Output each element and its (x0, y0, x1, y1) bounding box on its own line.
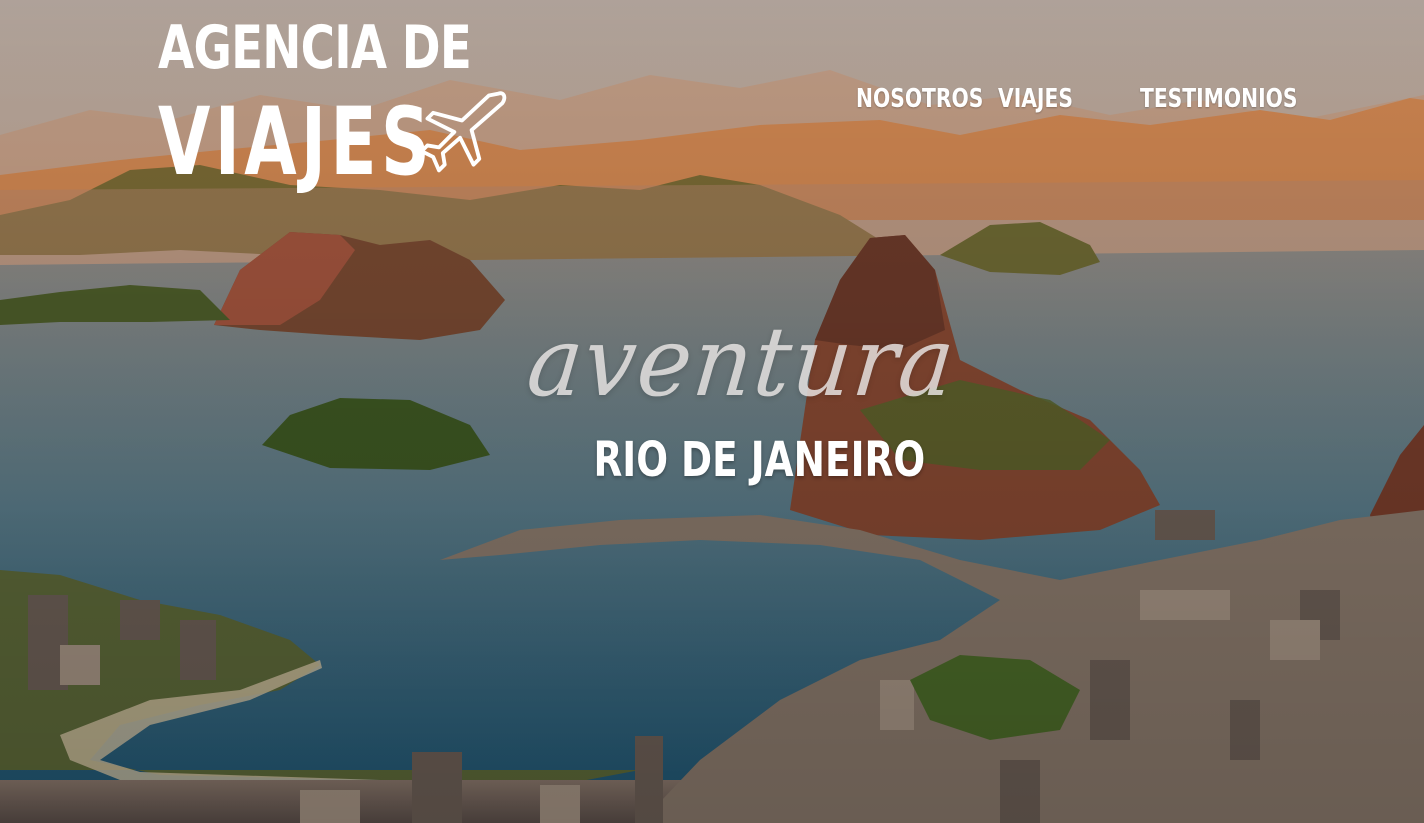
hero-script-title: aventura (522, 306, 962, 418)
hero-destination-title: RIO DE JANEIRO (593, 432, 926, 488)
main-nav: NOSOTROS VIAJES TESTIMONIOS (856, 84, 1297, 114)
logo-text-line2: VIAJES (158, 88, 435, 197)
nav-link-testimonios[interactable]: TESTIMONIOS (1140, 84, 1297, 114)
nav-link-nosotros[interactable]: NOSOTROS (856, 84, 983, 114)
airplane-icon (419, 91, 507, 173)
site-logo[interactable]: AGENCIA DE VIAJES (158, 13, 518, 197)
logo-text-line1: AGENCIA DE (158, 13, 472, 83)
nav-link-viajes[interactable]: VIAJES (998, 84, 1084, 114)
